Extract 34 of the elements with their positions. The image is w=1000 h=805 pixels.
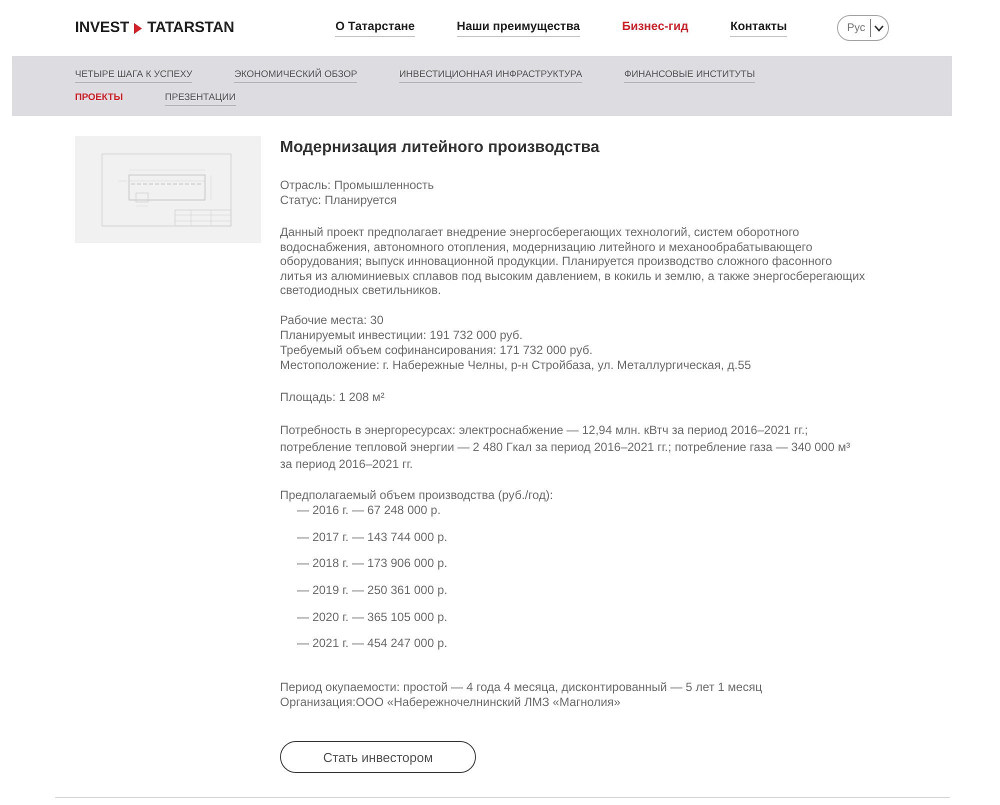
subnav-link[interactable]: ИНВЕСТИЦИОННАЯ ИНФРАСТРУКТУРА	[399, 69, 582, 83]
production-label: Предполагаемый объем производства (руб./год):	[280, 488, 554, 503]
triangle-icon	[134, 22, 142, 34]
nav-link[interactable]: Наши преимущества	[456, 19, 580, 37]
become-investor-button[interactable]: Стать инвестором	[280, 741, 476, 774]
nav-link[interactable]: О Татарстане	[335, 19, 415, 37]
info-line: Статус: Планируется	[280, 193, 398, 208]
chevron-down-icon	[874, 24, 884, 32]
subnav-link[interactable]: ФИНАНСОВЫЕ ИНСТИТУТЫ	[624, 69, 756, 83]
subnav-link[interactable]: ЭКОНОМИЧЕСКИЙ ОБЗОР	[234, 69, 358, 83]
info-line: Организация:ООО «Набережночелнинский ЛМЗ «Магнолия»	[280, 695, 622, 710]
nav-link[interactable]: Контакты	[730, 19, 787, 37]
info-line: Планируемыt инвестиции: 191 732 000 руб.	[280, 328, 524, 343]
info-line: Местоположение: г. Набережные Челны, р-н Стройбаза, ул. Металлургическая, д.55	[280, 358, 752, 373]
subnav-link[interactable]: ПРЕЗЕНТАЦИИ	[164, 92, 236, 106]
description-paragraph: Данный проект предполагает внедрение энергосберегающих технологий, систем оборотного водоснабжения, автономного отопления, модернизацию литейного и механообрабатывающего оборудования; выпуск инновационной продукции. Планируется производство сложного фасонного литья из алюминиевых сплавов под высоким давлением, в кокиль и землю, а также энергосберегающих светодиодных светильников.	[280, 225, 866, 298]
production-item: — 2020 г. — 365 105 000 р.	[297, 610, 448, 625]
subnav-link[interactable]: ЧЕТЫРЕ ШАГА К УСПЕХУ	[75, 69, 192, 83]
project-title: Модернизация литейного производства	[280, 138, 600, 158]
production-item: — 2018 г. — 173 906 000 р.	[297, 556, 448, 572]
energy-paragraph: Потребность в энергоресурсах: электроснабжение — 12,94 млн. кВтч за период 2016–2021 гг.; потребление тепловой энергии — 2 480 Гкал за период 2016–2021 гг.; потребление газа — 340 000 м³ за период 2016–2021 гг.	[280, 422, 852, 473]
info-line: Требуемый объем софинансирования: 171 732 000 руб.	[280, 342, 594, 358]
production-item: — 2019 г. — 250 361 000 р.	[297, 583, 448, 598]
language-select[interactable]: Рус	[837, 15, 889, 41]
subnav-link[interactable]: ПРОЕКТЫ	[75, 92, 123, 106]
area-line: Площадь: 1 208 м²	[280, 390, 386, 405]
logo-link[interactable]: INVEST TATARSTAN	[75, 19, 234, 37]
production-item: — 2016 г. — 67 248 000 р.	[297, 502, 442, 518]
nav-link[interactable]: Бизнес-гид	[622, 19, 688, 37]
info-line: Отрасль: Промышленность	[280, 178, 435, 193]
info-line: Период окупаемости: простой — 4 года 4 месяца, дисконтированный — 5 лет 1 месяц	[280, 680, 764, 696]
production-item: — 2017 г. — 143 744 000 р.	[297, 530, 448, 545]
production-item: — 2021 г. — 454 247 000 р.	[297, 636, 448, 652]
info-line: Рабочие места: 30	[280, 312, 384, 328]
